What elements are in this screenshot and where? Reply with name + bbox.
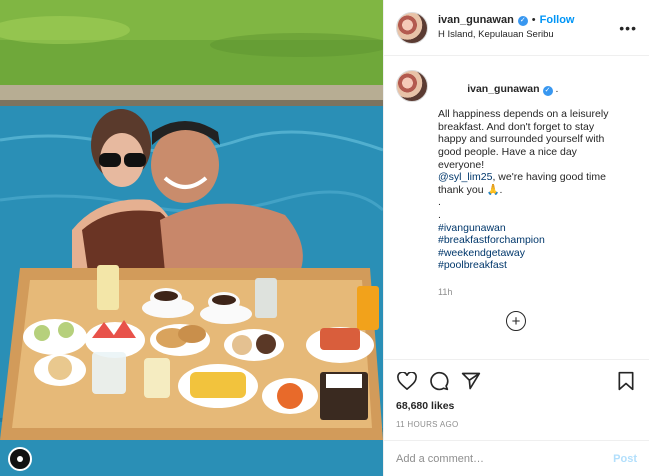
plus-circle-icon[interactable]: + xyxy=(506,311,526,331)
caption-line: happy and surrounded yourself with xyxy=(438,133,605,146)
comments-area: ivan_gunawan ✓ . All happiness depends on… xyxy=(384,56,649,358)
location-link[interactable]: H Island, Kepulauan Seribu xyxy=(438,29,619,40)
bookmark-icon[interactable] xyxy=(615,370,637,392)
follow-button[interactable]: Follow xyxy=(540,14,575,27)
caption-dot: . xyxy=(555,82,559,95)
mention-link[interactable]: @syl_lim25 xyxy=(438,171,492,183)
more-options-icon[interactable]: ••• xyxy=(619,20,637,36)
caption-dot: . xyxy=(438,208,441,221)
caption-line: , we're having good time xyxy=(492,171,606,184)
caption-avatar[interactable] xyxy=(396,70,428,102)
caption-username[interactable]: ivan_gunawan xyxy=(467,83,539,95)
hashtag-link[interactable]: #ivangunawan xyxy=(438,222,608,235)
post-photo[interactable] xyxy=(0,0,383,476)
heart-icon[interactable] xyxy=(396,370,418,392)
caption-line: good people. Have a nice day xyxy=(438,145,577,158)
avatar[interactable] xyxy=(396,11,428,44)
hashtag-link[interactable]: #poolbreakfast xyxy=(438,259,608,272)
caption-line: breakfast. And don't forget to stay xyxy=(438,120,595,133)
post-side-panel: ivan_gunawan ✓ • Follow H Island, Kepula… xyxy=(383,0,649,476)
caption-line: All happiness depends on a leisurely xyxy=(438,108,609,121)
post-actions: 68,680 likes 11 HOURS AGO xyxy=(384,359,649,429)
posted-time[interactable]: 11 HOURS AGO xyxy=(396,420,637,429)
post-button[interactable]: Post xyxy=(613,453,637,465)
verified-badge-icon: ✓ xyxy=(517,15,528,26)
caption-dot: . xyxy=(438,196,441,209)
hashtag-link[interactable]: #breakfastforchampion xyxy=(438,234,608,247)
header-username[interactable]: ivan_gunawan xyxy=(438,14,514,27)
verified-badge-icon: ✓ xyxy=(542,85,553,96)
caption-line: thank you 🙏. xyxy=(438,183,503,196)
add-comment-bar: Post xyxy=(384,440,649,476)
caption-time[interactable]: 11h xyxy=(438,286,608,299)
comment-input[interactable] xyxy=(396,452,614,465)
caption-line: everyone! xyxy=(438,158,485,171)
post-photo-image xyxy=(0,0,383,476)
caption: ivan_gunawan ✓ . All happiness depends on… xyxy=(396,70,637,299)
post-header: ivan_gunawan ✓ • Follow H Island, Kepula… xyxy=(384,0,649,56)
hashtag-link[interactable]: #weekendgetaway xyxy=(438,247,608,260)
share-icon[interactable] xyxy=(460,370,482,392)
photo-tag-icon[interactable] xyxy=(8,447,32,471)
comment-icon[interactable] xyxy=(428,370,450,392)
header-separator: • xyxy=(531,14,536,27)
likes-count[interactable]: 68,680 likes xyxy=(396,400,637,412)
